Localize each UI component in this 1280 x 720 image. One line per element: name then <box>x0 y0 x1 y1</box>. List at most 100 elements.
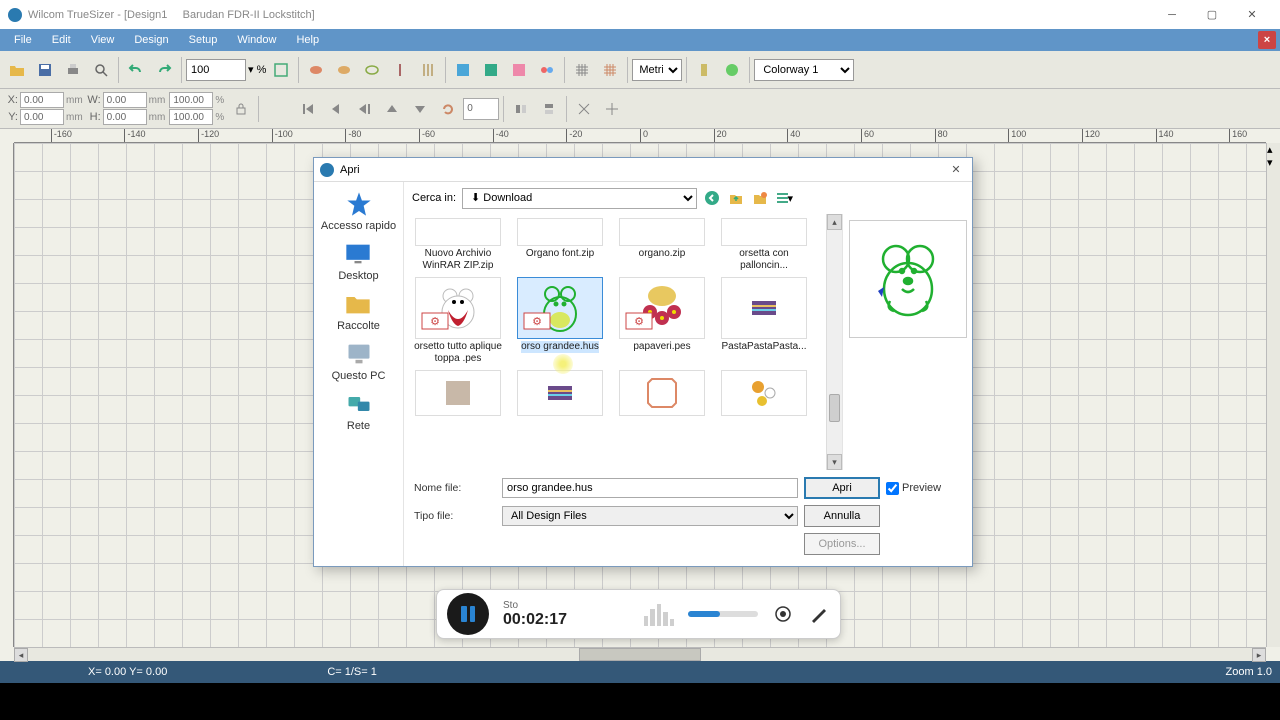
file-item[interactable]: organo.zip <box>616 218 708 271</box>
file-item[interactable]: Organo font.zip <box>514 218 606 271</box>
view-bg-icon[interactable] <box>506 57 532 83</box>
place-this-pc[interactable]: Questo PC <box>332 340 386 382</box>
zoom-fit-icon[interactable] <box>268 57 294 83</box>
needle-icon[interactable] <box>387 57 413 83</box>
cancel-button[interactable]: Annulla <box>804 505 880 527</box>
menu-help[interactable]: Help <box>286 32 329 48</box>
grid-snap-icon[interactable] <box>597 57 623 83</box>
recorder-draw-icon[interactable] <box>808 603 830 625</box>
app-window: Wilcom TrueSizer - [Design1 Barudan FDR-… <box>0 0 1280 683</box>
lock-aspect-icon[interactable] <box>228 96 254 122</box>
scroll-down-icon[interactable]: ▾ <box>1267 156 1280 169</box>
nav-up-folder-icon[interactable] <box>727 189 745 207</box>
file-scroll-up-icon[interactable]: ▴ <box>827 214 842 230</box>
mirror-v-icon[interactable] <box>536 96 562 122</box>
h-percent-input[interactable] <box>169 109 213 125</box>
dialog-close-icon[interactable]: ✕ <box>946 163 966 176</box>
file-item[interactable]: ⚙orsetto tutto aplique toppa .pes <box>412 277 504 364</box>
h-input[interactable] <box>103 109 147 125</box>
scrollbar-horizontal[interactable]: ◂ ▸ <box>14 647 1266 661</box>
nav-prev-icon[interactable] <box>323 96 349 122</box>
open-button[interactable]: Apri <box>804 477 880 499</box>
rotate-icon[interactable] <box>435 96 461 122</box>
place-network[interactable]: Rete <box>345 390 373 432</box>
place-collections[interactable]: Raccolte <box>337 290 380 332</box>
options-button[interactable]: Options... <box>804 533 880 555</box>
file-scroll-thumb[interactable] <box>829 394 840 422</box>
grid-icon[interactable] <box>569 57 595 83</box>
view-menu-icon[interactable]: ▾ <box>775 189 793 207</box>
file-scroll-down-icon[interactable]: ▾ <box>827 454 842 470</box>
menu-file[interactable]: File <box>4 32 42 48</box>
units-select[interactable]: Metric <box>632 59 682 81</box>
thread-icon[interactable] <box>691 57 717 83</box>
x-input[interactable] <box>20 92 64 108</box>
menu-view[interactable]: View <box>81 32 125 48</box>
w-input[interactable] <box>103 92 147 108</box>
print-icon[interactable] <box>60 57 86 83</box>
scrollbar-vertical[interactable]: ▴ ▾ <box>1266 143 1280 647</box>
angle-input[interactable] <box>463 98 499 120</box>
file-item[interactable]: orsetta con palloncin... <box>718 218 810 271</box>
place-desktop[interactable]: Desktop <box>338 240 378 282</box>
w-percent-input[interactable] <box>169 92 213 108</box>
trim-icon[interactable] <box>415 57 441 83</box>
view-design-icon[interactable] <box>450 57 476 83</box>
mirror-h-icon[interactable] <box>508 96 534 122</box>
stitch-a-icon[interactable] <box>303 57 329 83</box>
nav-prev-color-icon[interactable] <box>351 96 377 122</box>
stitch-b-icon[interactable] <box>331 57 357 83</box>
palette-icon[interactable] <box>719 57 745 83</box>
tool-b-icon[interactable] <box>599 96 625 122</box>
open-icon[interactable] <box>4 57 30 83</box>
file-item[interactable] <box>412 370 504 416</box>
view-hoop-icon[interactable] <box>478 57 504 83</box>
minimize-button[interactable]: ─ <box>1152 0 1192 29</box>
place-quick-access[interactable]: Accesso rapido <box>321 190 396 232</box>
undo-icon[interactable] <box>123 57 149 83</box>
nav-up-icon[interactable] <box>379 96 405 122</box>
file-item[interactable] <box>514 370 606 416</box>
file-item[interactable] <box>718 370 810 416</box>
file-item[interactable]: PastaPastaPasta... <box>718 277 810 364</box>
file-grid[interactable]: Nuovo Archivio WinRAR ZIP.zipOrgano font… <box>404 214 826 470</box>
tool-a-icon[interactable] <box>571 96 597 122</box>
preview-checkbox[interactable]: Preview <box>886 482 962 495</box>
new-folder-icon[interactable] <box>751 189 769 207</box>
recorder-volume-slider[interactable] <box>688 611 758 617</box>
file-item[interactable]: Nuovo Archivio WinRAR ZIP.zip <box>412 218 504 271</box>
file-scrollbar[interactable]: ▴ ▾ <box>826 214 842 470</box>
scroll-thumb-h[interactable] <box>579 648 701 661</box>
nav-start-icon[interactable] <box>295 96 321 122</box>
redo-icon[interactable] <box>151 57 177 83</box>
colorway-select[interactable]: Colorway 1 <box>754 59 854 81</box>
print-preview-icon[interactable] <box>88 57 114 83</box>
menu-edit[interactable]: Edit <box>42 32 81 48</box>
zoom-input[interactable] <box>186 59 246 81</box>
menu-setup[interactable]: Setup <box>179 32 228 48</box>
maximize-button[interactable]: ▢ <box>1192 0 1232 29</box>
file-item[interactable] <box>616 370 708 416</box>
stitch-c-icon[interactable] <box>359 57 385 83</box>
y-input[interactable] <box>20 109 64 125</box>
scroll-left-icon[interactable]: ◂ <box>14 648 28 662</box>
view-colors-icon[interactable] <box>534 57 560 83</box>
recorder-webcam-icon[interactable] <box>772 603 794 625</box>
x-label: X: <box>4 94 18 106</box>
menu-window[interactable]: Window <box>227 32 286 48</box>
menu-design[interactable]: Design <box>124 32 178 48</box>
close-document-button[interactable]: × <box>1258 31 1276 49</box>
scroll-right-icon[interactable]: ▸ <box>1252 648 1266 662</box>
filetype-select[interactable]: All Design Files <box>502 506 798 526</box>
file-item[interactable]: ⚙papaveri.pes <box>616 277 708 364</box>
close-button[interactable]: ✕ <box>1232 0 1272 29</box>
nav-back-icon[interactable] <box>703 189 721 207</box>
recorder-pause-button[interactable] <box>447 593 489 635</box>
save-icon[interactable] <box>32 57 58 83</box>
lookin-select[interactable]: ⬇ Download <box>462 188 697 209</box>
file-item[interactable]: ⚙orso grandee.hus <box>514 277 606 364</box>
filename-input[interactable] <box>502 478 798 498</box>
nav-down-icon[interactable] <box>407 96 433 122</box>
main-toolbar: ▾ % Metric Colorway 1 <box>0 51 1280 89</box>
scroll-up-icon[interactable]: ▴ <box>1267 143 1280 156</box>
